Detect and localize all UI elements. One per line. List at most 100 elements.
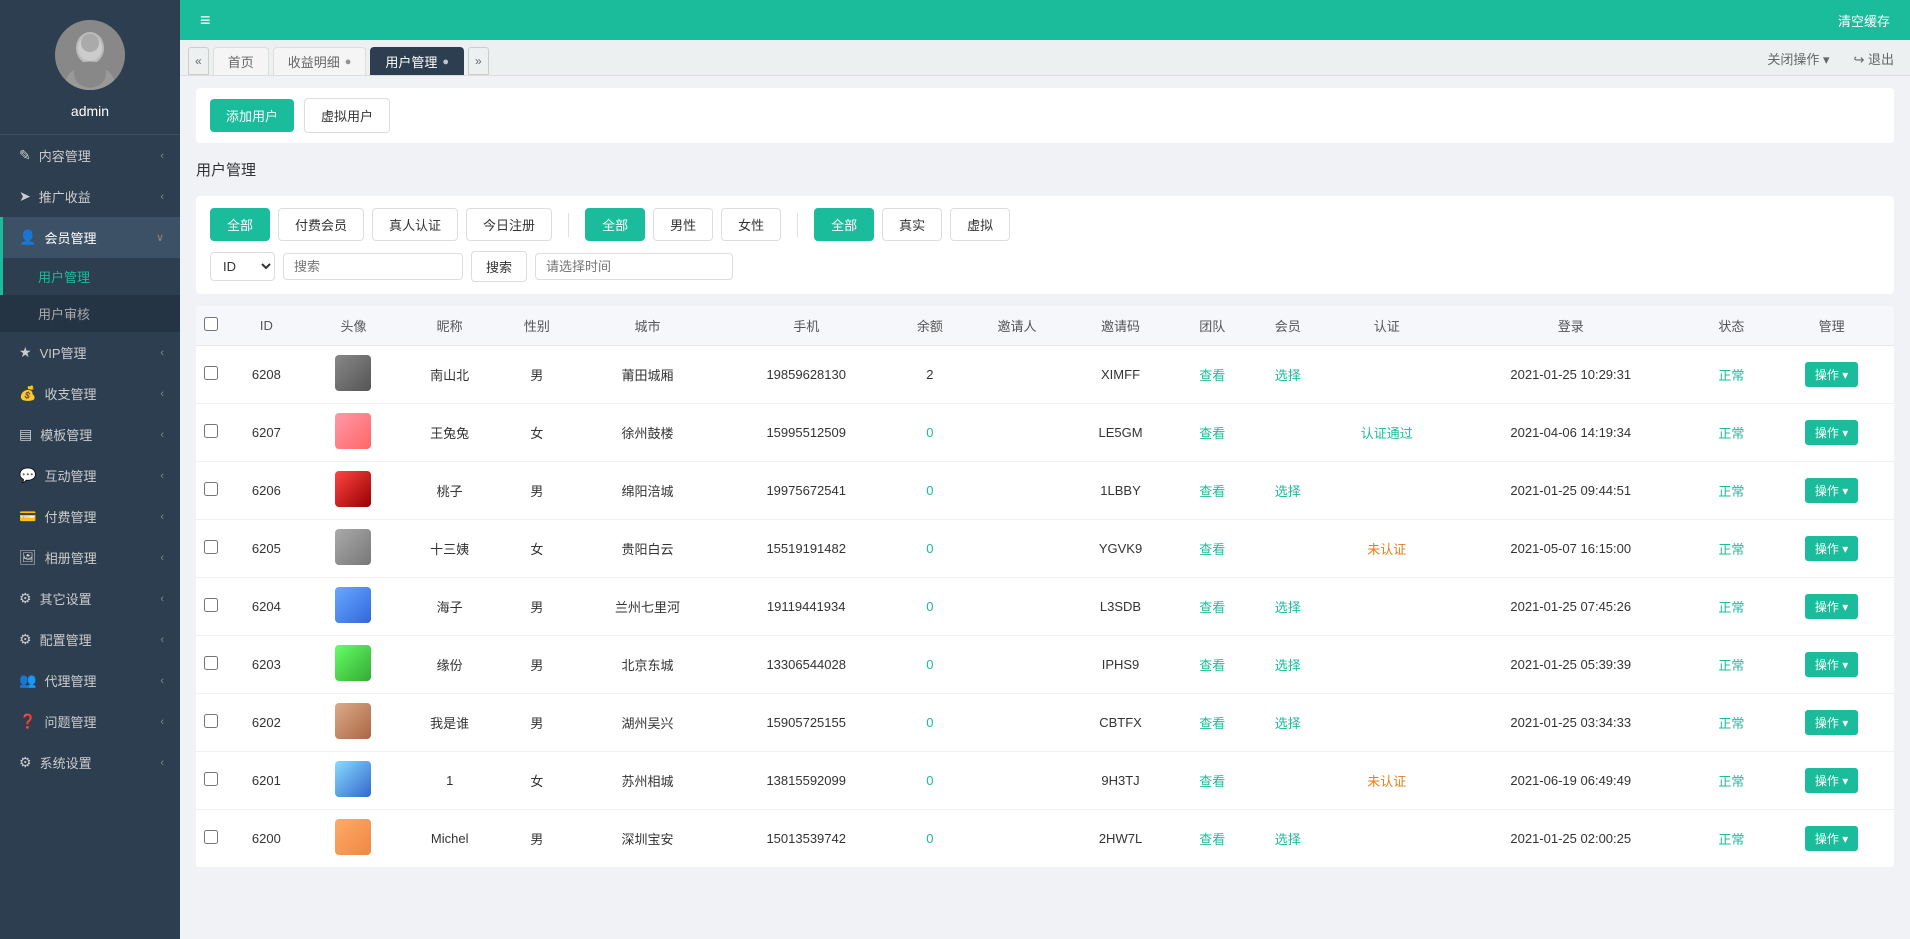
member-link[interactable]: 选择	[1275, 658, 1301, 673]
sidebar-item-config[interactable]: ⚙ 配置管理 ‹	[0, 619, 180, 660]
row-team-cell: 查看	[1175, 578, 1251, 636]
sidebar-item-album[interactable]: 🖼 相册管理 ‹	[0, 537, 180, 578]
operate-button[interactable]: 操作 ▾	[1805, 594, 1858, 619]
row-checkbox[interactable]	[204, 772, 218, 786]
sidebar-item-agent[interactable]: 👥 代理管理 ‹	[0, 660, 180, 701]
operate-button[interactable]: 操作 ▾	[1805, 536, 1858, 561]
sidebar-item-other[interactable]: ⚙ 其它设置 ‹	[0, 578, 180, 619]
sidebar-subitem-user-manage[interactable]: 用户管理	[0, 258, 180, 295]
cert-badge: 未认证	[1367, 774, 1406, 789]
filter-real-button[interactable]: 真实	[882, 208, 942, 241]
search-button[interactable]: 搜索	[471, 251, 527, 282]
team-link[interactable]: 查看	[1199, 832, 1225, 847]
search-input[interactable]	[283, 253, 463, 280]
member-link[interactable]: 选择	[1275, 600, 1301, 615]
row-avatar	[335, 587, 371, 623]
filter-source-all-button[interactable]: 全部	[814, 208, 874, 241]
filter-female-button[interactable]: 女性	[721, 208, 781, 241]
th-city: 城市	[575, 306, 721, 346]
operate-button[interactable]: 操作 ▾	[1805, 826, 1858, 851]
row-gender: 女	[499, 520, 575, 578]
sidebar-item-vip[interactable]: ★ VIP管理 ‹	[0, 332, 180, 373]
team-link[interactable]: 查看	[1199, 484, 1225, 499]
row-team-cell: 查看	[1175, 462, 1251, 520]
row-operate-cell: 操作 ▾	[1769, 520, 1894, 578]
row-balance: 0	[892, 810, 968, 868]
date-picker[interactable]	[535, 253, 733, 280]
status-badge: 正常	[1718, 774, 1744, 789]
tab-revenue[interactable]: 收益明细 ●	[273, 47, 367, 75]
sidebar-item-system[interactable]: ⚙ 系统设置 ‹	[0, 742, 180, 783]
filter-male-button[interactable]: 男性	[653, 208, 713, 241]
tab-user-manage[interactable]: 用户管理 ●	[370, 47, 464, 75]
row-nickname: 王兔兔	[400, 404, 499, 462]
row-inviter	[968, 462, 1067, 520]
member-link[interactable]: 选择	[1275, 832, 1301, 847]
row-login: 2021-04-06 14:19:34	[1448, 404, 1694, 462]
exit-button[interactable]: ↪ 退出	[1845, 46, 1902, 71]
operate-button[interactable]: 操作 ▾	[1805, 478, 1858, 503]
row-checkbox[interactable]	[204, 714, 218, 728]
filter-today-button[interactable]: 今日注册	[466, 208, 552, 241]
th-avatar: 头像	[307, 306, 400, 346]
row-checkbox[interactable]	[204, 540, 218, 554]
row-member-cell: 选择	[1250, 462, 1326, 520]
sidebar-item-content[interactable]: ✎ 内容管理 ‹	[0, 135, 180, 176]
sidebar-item-revenue[interactable]: 💰 收支管理 ‹	[0, 373, 180, 414]
sidebar-item-qa[interactable]: ❓ 问题管理 ‹	[0, 701, 180, 742]
member-link[interactable]: 选择	[1275, 484, 1301, 499]
filter-paid-button[interactable]: 付费会员	[278, 208, 364, 241]
tab-home[interactable]: 首页	[213, 47, 269, 75]
sidebar-item-member[interactable]: 👤 会员管理 ∨	[0, 217, 180, 258]
sidebar-item-payment[interactable]: 💳 付费管理 ‹	[0, 496, 180, 537]
sidebar-subitem-user-audit[interactable]: 用户审核	[0, 295, 180, 332]
operate-button[interactable]: 操作 ▾	[1805, 362, 1858, 387]
member-link[interactable]: 选择	[1275, 716, 1301, 731]
team-link[interactable]: 查看	[1199, 426, 1225, 441]
sidebar-item-template[interactable]: ▤ 模板管理 ‹	[0, 414, 180, 455]
row-checkbox[interactable]	[204, 366, 218, 380]
row-checkbox[interactable]	[204, 598, 218, 612]
row-status: 正常	[1694, 462, 1770, 520]
tab-revenue-close[interactable]: ●	[345, 56, 352, 68]
add-user-button[interactable]: 添加用户	[210, 99, 294, 132]
team-link[interactable]: 查看	[1199, 658, 1225, 673]
filter-virtual-button[interactable]: 虚拟	[950, 208, 1010, 241]
row-invite-code: LE5GM	[1067, 404, 1175, 462]
sidebar-item-interactive[interactable]: 💬 互动管理 ‹	[0, 455, 180, 496]
filter-verified-button[interactable]: 真人认证	[372, 208, 458, 241]
arrow-icon: ‹	[160, 429, 164, 441]
team-link[interactable]: 查看	[1199, 774, 1225, 789]
row-checkbox[interactable]	[204, 656, 218, 670]
member-link[interactable]: 选择	[1275, 368, 1301, 383]
row-phone: 13306544028	[720, 636, 892, 694]
operate-button[interactable]: 操作 ▾	[1805, 420, 1858, 445]
filter-gender-all-button[interactable]: 全部	[585, 208, 645, 241]
clear-cache-button[interactable]: 清空缓存	[1830, 7, 1898, 34]
tab-next-button[interactable]: »	[468, 47, 489, 75]
operate-button[interactable]: 操作 ▾	[1805, 652, 1858, 677]
virtual-user-button[interactable]: 虚拟用户	[304, 98, 390, 133]
tab-user-manage-close[interactable]: ●	[442, 56, 449, 68]
row-checkbox[interactable]	[204, 830, 218, 844]
team-link[interactable]: 查看	[1199, 600, 1225, 615]
filter-all-button[interactable]: 全部	[210, 208, 270, 241]
row-team-cell: 查看	[1175, 346, 1251, 404]
row-checkbox[interactable]	[204, 424, 218, 438]
row-cert-cell	[1326, 810, 1448, 868]
operate-button[interactable]: 操作 ▾	[1805, 768, 1858, 793]
row-checkbox[interactable]	[204, 482, 218, 496]
hamburger-button[interactable]: ≡	[192, 6, 219, 35]
row-phone: 19119441934	[720, 578, 892, 636]
close-ops-button[interactable]: 关闭操作 ▾	[1759, 46, 1837, 71]
team-link[interactable]: 查看	[1199, 716, 1225, 731]
select-all-checkbox[interactable]	[204, 317, 218, 331]
operate-button[interactable]: 操作 ▾	[1805, 710, 1858, 735]
tab-prev-button[interactable]: «	[188, 47, 209, 75]
search-type-select[interactable]: ID 昵称 手机 城市	[210, 252, 275, 281]
team-link[interactable]: 查看	[1199, 542, 1225, 557]
th-cert: 认证	[1326, 306, 1448, 346]
team-link[interactable]: 查看	[1199, 368, 1225, 383]
sidebar-item-promotion[interactable]: ➤ 推广收益 ‹	[0, 176, 180, 217]
arrow-icon: ‹	[160, 634, 164, 646]
